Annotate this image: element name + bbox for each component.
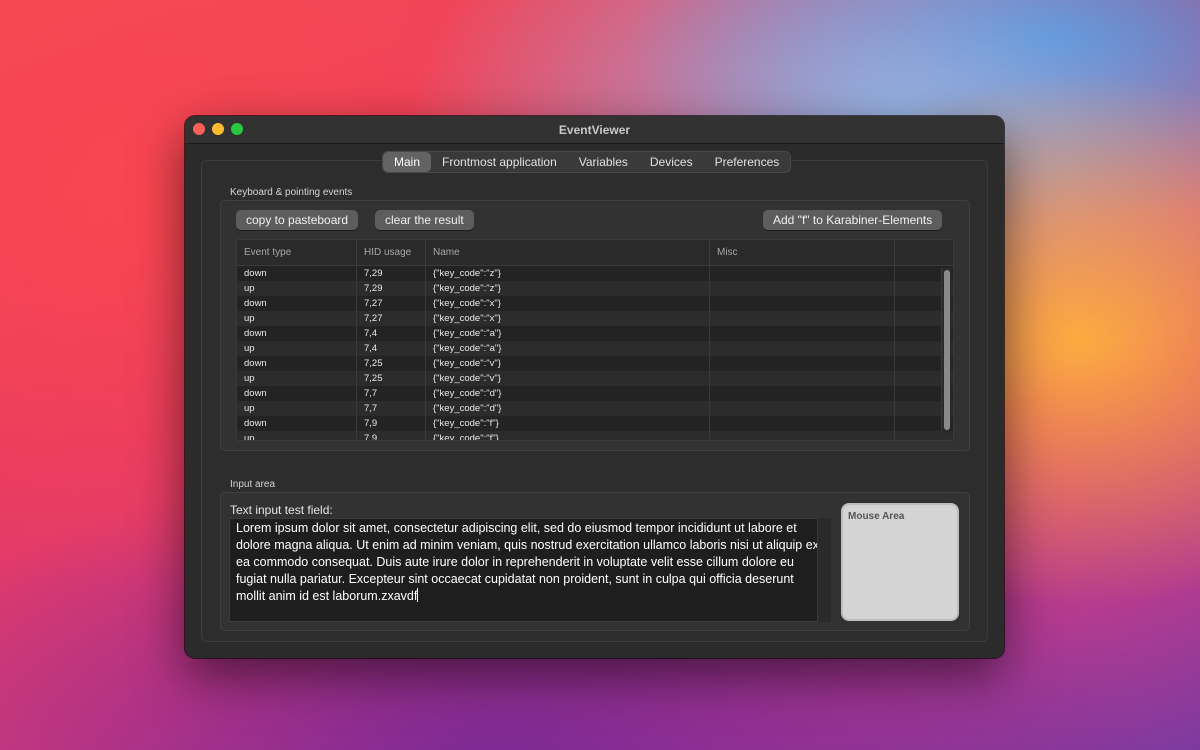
column-extra[interactable] <box>895 240 953 265</box>
text-input-field[interactable]: Lorem ipsum dolor sit amet, consectetur … <box>229 518 831 622</box>
eventviewer-window: EventViewer Main Frontmost application V… <box>185 116 1004 658</box>
table-row[interactable]: down 7,27 {"key_code":"x"} <box>237 296 953 311</box>
cell-misc <box>710 416 895 431</box>
events-group: copy to pasteboard clear the result Add … <box>220 200 970 451</box>
cell-misc <box>710 431 895 440</box>
cell-hid-usage: 7,27 <box>357 296 426 311</box>
table-row[interactable]: down 7,4 {"key_code":"a"} <box>237 326 953 341</box>
cell-event-type: down <box>237 386 357 401</box>
close-icon[interactable] <box>193 123 205 135</box>
input-group: Text input test field: Lorem ipsum dolor… <box>220 492 970 631</box>
cell-hid-usage: 7,4 <box>357 341 426 356</box>
clear-result-button[interactable]: clear the result <box>375 210 474 230</box>
table-row[interactable]: up 7,9 {"key_code":"f"} <box>237 431 953 440</box>
title-bar[interactable]: EventViewer <box>185 116 1004 144</box>
mouse-area[interactable]: Mouse Area <box>841 503 959 621</box>
tab-frontmost-application[interactable]: Frontmost application <box>431 152 568 172</box>
input-section-label: Input area <box>230 479 276 490</box>
cell-misc <box>710 311 895 326</box>
table-row[interactable]: up 7,27 {"key_code":"x"} <box>237 311 953 326</box>
cell-hid-usage: 7,25 <box>357 371 426 386</box>
cell-misc <box>710 386 895 401</box>
cell-misc <box>710 356 895 371</box>
cell-name: {"key_code":"f"} <box>426 416 710 431</box>
cell-misc <box>710 341 895 356</box>
cell-misc <box>710 326 895 341</box>
cell-event-type: up <box>237 311 357 326</box>
table-row[interactable]: up 7,29 {"key_code":"z"} <box>237 281 953 296</box>
cell-event-type: up <box>237 401 357 416</box>
table-row[interactable]: down 7,29 {"key_code":"z"} <box>237 266 953 281</box>
tab-main[interactable]: Main <box>383 152 432 172</box>
copy-to-pasteboard-button[interactable]: copy to pasteboard <box>236 210 359 230</box>
table-header: Event type HID usage Name Misc <box>237 240 953 266</box>
cell-hid-usage: 7,29 <box>357 266 426 281</box>
column-event-type[interactable]: Event type <box>237 240 357 265</box>
cell-event-type: down <box>237 416 357 431</box>
cell-hid-usage: 7,9 <box>357 431 426 440</box>
cell-name: {"key_code":"a"} <box>426 341 710 356</box>
tab-devices[interactable]: Devices <box>639 152 704 172</box>
text-caret <box>417 588 419 602</box>
table-row[interactable]: down 7,7 {"key_code":"d"} <box>237 386 953 401</box>
cell-name: {"key_code":"f"} <box>426 431 710 440</box>
cell-event-type: down <box>237 266 357 281</box>
column-hid-usage[interactable]: HID usage <box>357 240 426 265</box>
cell-hid-usage: 7,29 <box>357 281 426 296</box>
tab-variables[interactable]: Variables <box>568 152 639 172</box>
cell-name: {"key_code":"z"} <box>426 281 710 296</box>
window-controls <box>193 123 243 135</box>
table-row[interactable]: up 7,25 {"key_code":"v"} <box>237 371 953 386</box>
cell-name: {"key_code":"x"} <box>426 311 710 326</box>
tab-bar: Main Frontmost application Variables Dev… <box>382 151 792 173</box>
table-row[interactable]: up 7,4 {"key_code":"a"} <box>237 341 953 356</box>
cell-hid-usage: 7,9 <box>357 416 426 431</box>
table-scroll-thumb[interactable] <box>944 270 950 430</box>
cell-name: {"key_code":"d"} <box>426 401 710 416</box>
column-misc[interactable]: Misc <box>710 240 895 265</box>
cell-event-type: up <box>237 341 357 356</box>
window-title: EventViewer <box>558 122 631 137</box>
cell-hid-usage: 7,27 <box>357 311 426 326</box>
text-input-value: Lorem ipsum dolor sit amet, consectetur … <box>236 521 819 603</box>
mouse-area-label: Mouse Area <box>848 511 905 522</box>
cell-event-type: up <box>237 281 357 296</box>
cell-event-type: down <box>237 326 357 341</box>
cell-misc <box>710 296 895 311</box>
tab-content: Keyboard & pointing events copy to paste… <box>201 160 988 642</box>
cell-name: {"key_code":"a"} <box>426 326 710 341</box>
column-name[interactable]: Name <box>426 240 710 265</box>
tab-preferences[interactable]: Preferences <box>704 152 791 172</box>
add-to-karabiner-button[interactable]: Add "f" to Karabiner-Elements <box>763 210 943 230</box>
cell-hid-usage: 7,7 <box>357 386 426 401</box>
cell-misc <box>710 266 895 281</box>
table-scrollbar[interactable] <box>941 268 951 434</box>
text-input-scrollbar[interactable] <box>817 518 831 622</box>
cell-misc <box>710 401 895 416</box>
events-section-label: Keyboard & pointing events <box>230 187 353 198</box>
cell-hid-usage: 7,4 <box>357 326 426 341</box>
cell-event-type: down <box>237 296 357 311</box>
cell-name: {"key_code":"d"} <box>426 386 710 401</box>
cell-name: {"key_code":"z"} <box>426 266 710 281</box>
table-body: down 7,29 {"key_code":"z"} up 7,29 {"key_code… <box>237 266 953 440</box>
cell-name: {"key_code":"v"} <box>426 356 710 371</box>
cell-event-type: up <box>237 431 357 440</box>
cell-name: {"key_code":"v"} <box>426 371 710 386</box>
cell-hid-usage: 7,7 <box>357 401 426 416</box>
table-row[interactable]: up 7,7 {"key_code":"d"} <box>237 401 953 416</box>
table-row[interactable]: down 7,9 {"key_code":"f"} <box>237 416 953 431</box>
cell-misc <box>710 371 895 386</box>
zoom-icon[interactable] <box>231 123 243 135</box>
events-table[interactable]: Event type HID usage Name Misc down 7,29{… <box>236 239 954 441</box>
minimize-icon[interactable] <box>212 123 224 135</box>
cell-hid-usage: 7,25 <box>357 356 426 371</box>
text-input-label: Text input test field: <box>230 503 333 517</box>
cell-event-type: down <box>237 356 357 371</box>
cell-event-type: up <box>237 371 357 386</box>
cell-misc <box>710 281 895 296</box>
table-row[interactable]: down 7,25 {"key_code":"v"} <box>237 356 953 371</box>
cell-name: {"key_code":"x"} <box>426 296 710 311</box>
